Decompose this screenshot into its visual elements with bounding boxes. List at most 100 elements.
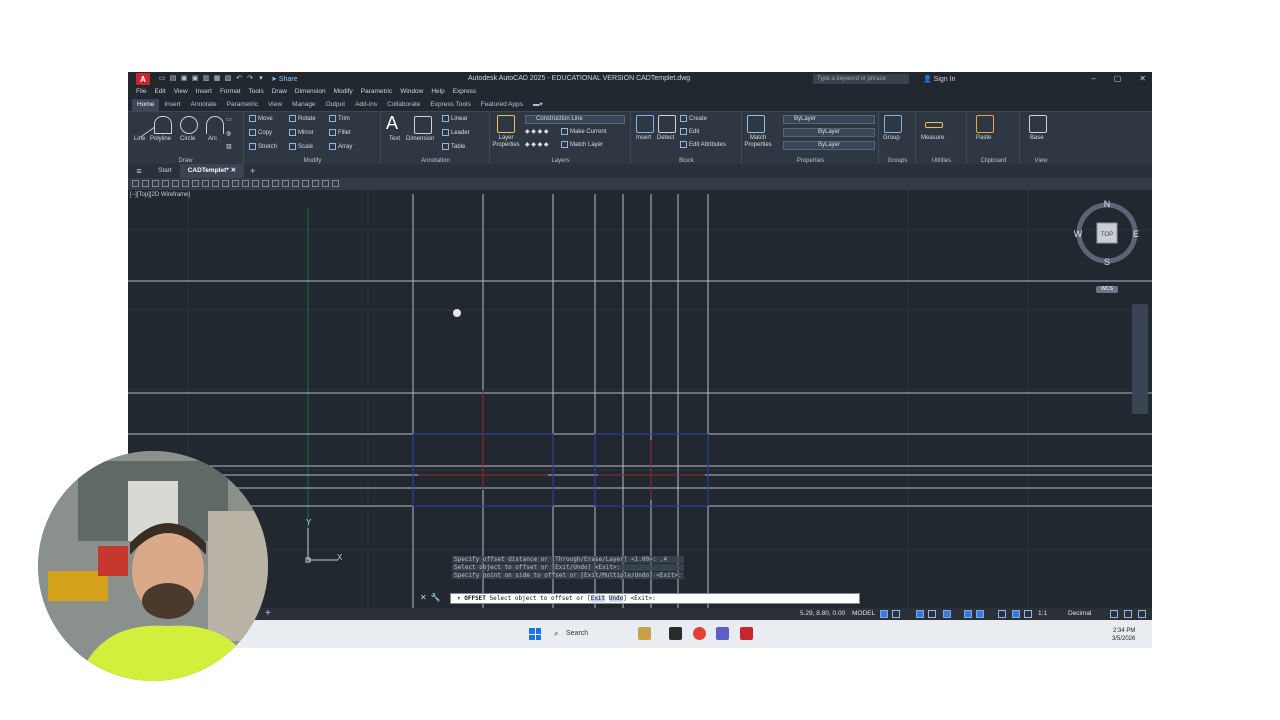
- color-dropdown[interactable]: ByLayer: [783, 115, 875, 124]
- tool-aligned-dim-icon[interactable]: [142, 180, 149, 187]
- tool-edit-text-icon[interactable]: [312, 180, 319, 187]
- tab-annotate[interactable]: Annotate: [186, 99, 222, 111]
- dimension-icon[interactable]: [414, 116, 432, 134]
- lineweight-dropdown[interactable]: ByLayer: [783, 141, 875, 150]
- widgets-icon[interactable]: [638, 627, 651, 640]
- tab-view[interactable]: View: [263, 99, 287, 111]
- ribbon-toggle-icon[interactable]: ▬▾: [528, 99, 548, 111]
- tool-linear-dim-icon[interactable]: [132, 180, 139, 187]
- polar-tracking-icon[interactable]: [943, 610, 951, 618]
- help-search-input[interactable]: Type a keyword or phrase: [813, 74, 909, 84]
- new-tab-icon[interactable]: +: [244, 166, 261, 176]
- tool-jogged-icon[interactable]: [182, 180, 189, 187]
- measure-button[interactable]: Measure: [921, 135, 944, 141]
- polyline-icon[interactable]: [154, 116, 172, 134]
- match-properties-icon[interactable]: [747, 115, 765, 133]
- minimize-icon[interactable]: –: [1091, 74, 1095, 83]
- make-current-button[interactable]: Make Current: [561, 128, 606, 135]
- ortho-mode-icon[interactable]: [916, 610, 924, 618]
- tool-continue-icon[interactable]: [232, 180, 239, 187]
- new-file-icon[interactable]: ▭: [158, 75, 166, 83]
- layer-tools-row2-icon[interactable]: ◆ ◆ ◆ ◆: [525, 141, 548, 148]
- polyline-button[interactable]: Polyline: [150, 136, 171, 142]
- customize-chevron-icon[interactable]: ▾: [257, 75, 265, 83]
- viewcube[interactable]: TOP N S E W: [1074, 200, 1140, 266]
- arc-icon[interactable]: [206, 116, 224, 134]
- trim-button[interactable]: Trim: [329, 115, 350, 122]
- layer-dropdown[interactable]: Construction Line: [525, 115, 625, 124]
- menu-dimension[interactable]: Dimension: [293, 86, 332, 98]
- tab-output[interactable]: Output: [321, 99, 351, 111]
- layer-tools-icon[interactable]: ◆ ◆ ◆ ◆: [525, 128, 548, 135]
- tool-break-icon[interactable]: [252, 180, 259, 187]
- tab-start[interactable]: Start: [150, 164, 180, 178]
- close-icon[interactable]: ✕: [1139, 74, 1146, 83]
- create-block-button[interactable]: Create: [680, 115, 707, 122]
- rotate-button[interactable]: Rotate: [289, 115, 316, 122]
- group-icon[interactable]: [884, 115, 902, 133]
- text-icon[interactable]: A: [386, 113, 398, 134]
- tool-tolerance-icon[interactable]: [262, 180, 269, 187]
- menu-file[interactable]: File: [134, 86, 152, 98]
- tool-diameter-icon[interactable]: [192, 180, 199, 187]
- compass-east[interactable]: E: [1133, 229, 1139, 239]
- sign-in-button[interactable]: 👤 Sign In: [923, 75, 955, 83]
- leader-button[interactable]: Leader: [442, 129, 470, 136]
- hatch-icon[interactable]: ◍: [226, 130, 231, 137]
- auto-scale-icon[interactable]: [1024, 610, 1032, 618]
- command-line-input[interactable]: ▾ OFFSET Select object to offset or [Exi…: [450, 593, 860, 604]
- autocad-logo-icon[interactable]: A: [136, 73, 150, 85]
- drawing-viewport[interactable]: Y X [−][Top][2D Wireframe] TOP N S E W W…: [128, 190, 1152, 608]
- base-view-icon[interactable]: [1029, 115, 1047, 133]
- tab-home[interactable]: Home: [132, 99, 160, 111]
- menu-window[interactable]: Window: [398, 86, 429, 98]
- menu-tools[interactable]: Tools: [247, 86, 270, 98]
- tool-edit-dim-icon[interactable]: [302, 180, 309, 187]
- tool-update-icon[interactable]: [322, 180, 329, 187]
- text-button[interactable]: Text: [389, 136, 400, 142]
- lineweight-toggle-icon[interactable]: [998, 610, 1006, 618]
- tool-jog-line-icon[interactable]: [292, 180, 299, 187]
- menu-help[interactable]: Help: [429, 86, 450, 98]
- layer-properties-button[interactable]: Layer Properties: [491, 135, 521, 149]
- option-exit[interactable]: Exit: [590, 595, 606, 602]
- system-clock[interactable]: 2:34 PM 3/5/2026: [1112, 627, 1135, 643]
- linetype-dropdown[interactable]: ByLayer: [783, 128, 875, 137]
- detect-icon[interactable]: [658, 115, 676, 133]
- menu-insert[interactable]: Insert: [194, 86, 218, 98]
- customization-menu-icon[interactable]: [1138, 610, 1146, 618]
- measure-icon[interactable]: [925, 122, 943, 128]
- dimension-button[interactable]: Dimension: [406, 136, 434, 142]
- tool-space-icon[interactable]: [242, 180, 249, 187]
- autocad-taskbar-icon[interactable]: [740, 627, 753, 640]
- match-layer-button[interactable]: Match Layer: [561, 141, 603, 148]
- arc-button[interactable]: Arc: [208, 136, 217, 142]
- compass-south[interactable]: S: [1104, 257, 1110, 266]
- edit-attributes-button[interactable]: Edit Attributes: [680, 141, 726, 148]
- navigation-bar[interactable]: [1132, 304, 1148, 414]
- coordinates-readout[interactable]: 5.29, 8.80, 0.00: [800, 610, 845, 617]
- scale-button[interactable]: Scale: [289, 143, 313, 150]
- add-layout-icon[interactable]: +: [265, 608, 271, 619]
- snap-mode-icon[interactable]: [892, 610, 900, 618]
- menu-edit[interactable]: Edit: [152, 86, 171, 98]
- tab-cadtemplet[interactable]: CADTemplet* ✕: [179, 164, 245, 178]
- save-web-icon[interactable]: ▦: [213, 75, 221, 83]
- tab-add-ins[interactable]: Add-ins: [350, 99, 382, 111]
- tool-quick-dim-icon[interactable]: [212, 180, 219, 187]
- stretch-button[interactable]: Stretch: [249, 143, 277, 150]
- construction-lines[interactable]: [128, 194, 1152, 608]
- isodraft-icon[interactable]: [928, 610, 936, 618]
- wcs-menu[interactable]: WCS: [1096, 286, 1118, 293]
- redo-icon[interactable]: ↷: [246, 75, 254, 83]
- rectangle-icon[interactable]: ▭: [226, 116, 232, 123]
- windows-start-icon[interactable]: [529, 628, 541, 640]
- annotation-visibility-icon[interactable]: [1012, 610, 1020, 618]
- save-as-icon[interactable]: ▣: [191, 75, 199, 83]
- linear-button[interactable]: Linear: [442, 115, 468, 122]
- chrome-icon[interactable]: [693, 627, 706, 640]
- share-button[interactable]: ➤ Share: [271, 75, 298, 83]
- close-command-line-icon[interactable]: ✕: [420, 593, 427, 604]
- menu-draw[interactable]: Draw: [270, 86, 293, 98]
- open-web-icon[interactable]: ▥: [202, 75, 210, 83]
